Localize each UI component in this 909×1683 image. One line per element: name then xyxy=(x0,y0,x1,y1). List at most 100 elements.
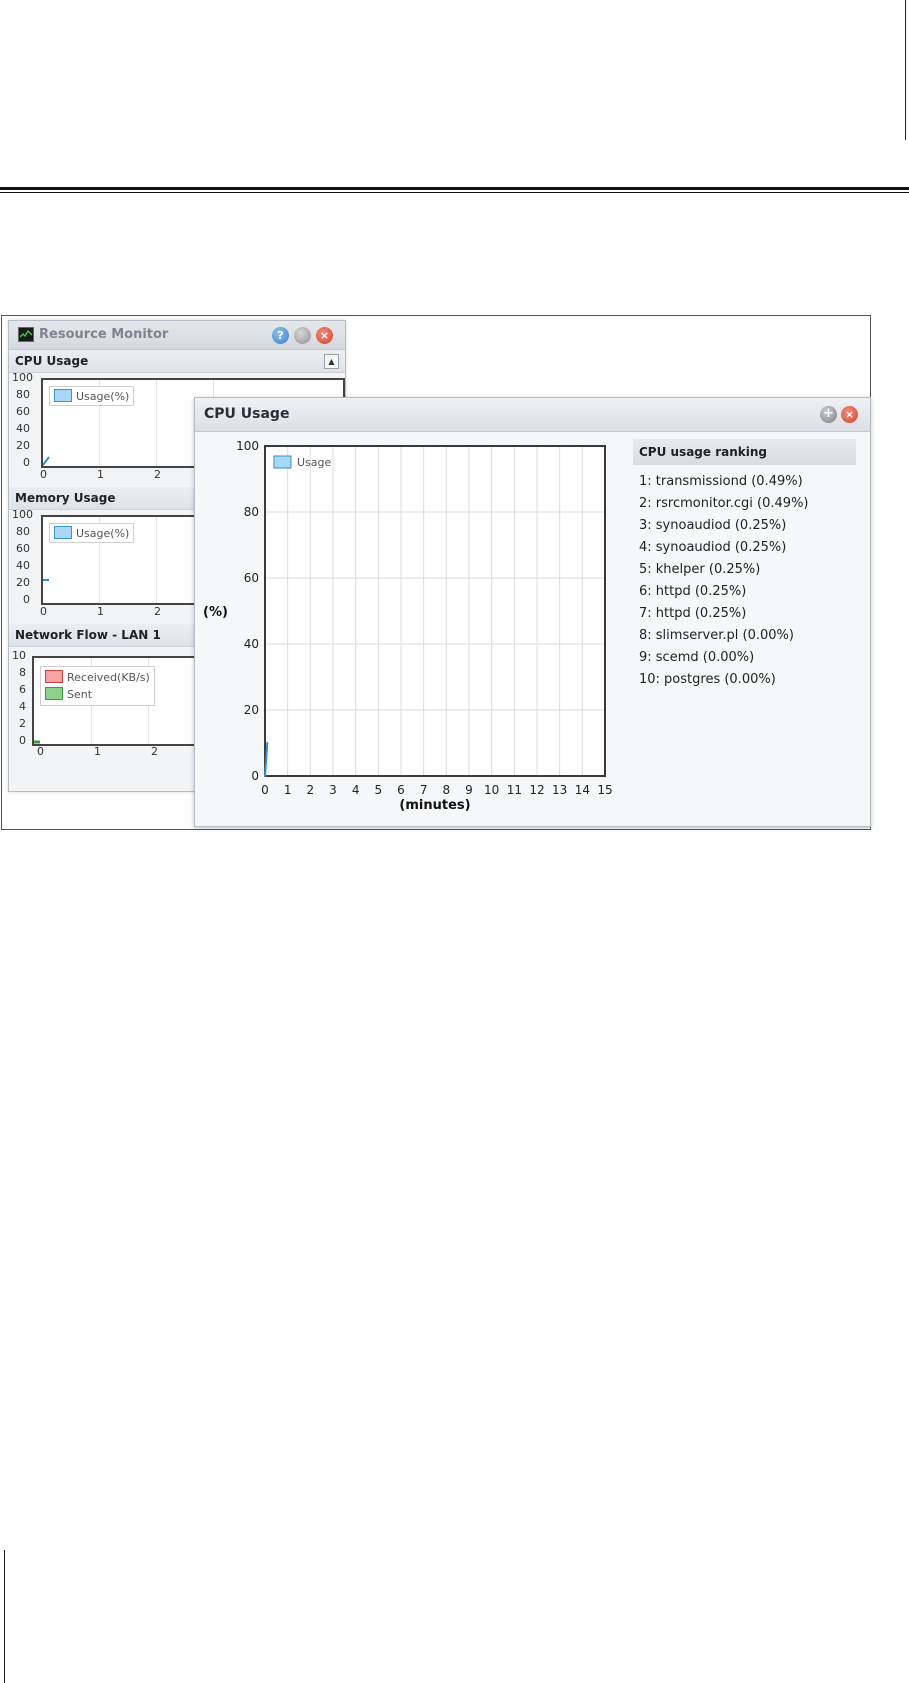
list-item: 1: transmissiond (0.49%) xyxy=(639,474,803,489)
list-item: 7: httpd (0.25%) xyxy=(639,606,747,621)
legend: Received(KB/s) Sent xyxy=(40,666,155,706)
data-point xyxy=(264,775,266,777)
legend-entry-received: Received(KB/s) xyxy=(45,669,150,686)
cpu-usage-chart: 0204060801000 1 2 3 4 5 6 7 8 9 10 11 12 13 14 15(%)(mi… xyxy=(203,439,613,813)
cpu-usage-ranking-panel: CPU usage ranking 1: transmissiond (0.49… xyxy=(633,439,856,687)
y-tick-label: 40 xyxy=(16,559,30,572)
y-tick-label: 60 xyxy=(16,405,30,418)
y-tick-label: 0 xyxy=(23,456,30,469)
y-tick-label: 80 xyxy=(16,388,30,401)
x-tick-label: 15 xyxy=(597,783,612,797)
x-tick-label: 14 xyxy=(575,783,590,797)
y-tick-label: 20 xyxy=(16,439,30,452)
x-tick-label: 13 xyxy=(552,783,567,797)
list-item: 3: synoaudiod (0.25%) xyxy=(639,518,787,533)
x-tick-label: 8 xyxy=(443,783,451,797)
window-title: Resource Monitor xyxy=(39,327,169,342)
x-tick-label: 6 xyxy=(397,783,405,797)
legend-swatch xyxy=(273,455,292,469)
grid-line xyxy=(156,517,157,603)
y-tick-label: 100 xyxy=(12,371,33,384)
x-tick-label: 1 xyxy=(284,783,292,797)
x-tick-label: 10 xyxy=(484,783,499,797)
legend-label: Received(KB/s) xyxy=(67,671,150,684)
y-tick-label: 20 xyxy=(244,703,259,717)
y-tick-label: 60 xyxy=(244,571,259,585)
x-axis-label: (minutes) xyxy=(399,798,470,813)
list-item: 2: rsrcmonitor.cgi (0.49%) xyxy=(639,496,809,511)
close-icon[interactable]: × xyxy=(316,327,333,344)
x-tick-label: 2 xyxy=(154,605,161,618)
page-header-rule xyxy=(0,187,909,190)
section-header-cpu[interactable]: CPU Usage ▲ xyxy=(9,350,345,373)
y-tick-label: 0 xyxy=(23,593,30,606)
x-tick-label: 11 xyxy=(507,783,522,797)
y-axis-label: (%) xyxy=(203,605,228,620)
y-tick-label: 40 xyxy=(16,422,30,435)
section-title-cpu: CPU Usage xyxy=(15,354,89,368)
cpu-usage-titlebar[interactable]: CPU Usage + × xyxy=(195,398,870,432)
x-tick-label: 2 xyxy=(151,745,158,758)
list-item: 4: synoaudiod (0.25%) xyxy=(639,540,787,555)
page-header-rule-thin xyxy=(0,192,909,193)
ranking-header: CPU usage ranking xyxy=(633,439,856,465)
x-tick-label: 12 xyxy=(529,783,544,797)
y-tick-label: 8 xyxy=(19,666,26,679)
resource-monitor-app-icon xyxy=(18,327,34,342)
legend: Usage(%) xyxy=(49,386,135,406)
y-tick-label: 20 xyxy=(16,576,30,589)
x-tick-label: 9 xyxy=(465,783,473,797)
y-tick-label: 6 xyxy=(19,683,26,696)
cpu-usage-window: CPU Usage + × 0 20 40 60 80 100 0 1 2 3 4 5 6 7 8 9 10 11… xyxy=(194,397,871,827)
list-item: 9: scemd (0.00%) xyxy=(639,650,755,665)
legend-entry-sent: Sent xyxy=(45,686,150,703)
list-item: 6: httpd (0.25%) xyxy=(639,584,747,599)
list-item: 10: postgres (0.00%) xyxy=(639,672,776,687)
x-tick-label: 0 xyxy=(37,745,44,758)
x-tick-label: 1 xyxy=(97,468,104,481)
y-tick-label: 10 xyxy=(12,649,26,662)
legend-label: Sent xyxy=(67,688,93,701)
window-title: CPU Usage xyxy=(204,406,290,422)
legend-swatch xyxy=(54,389,72,402)
x-tick-label: 5 xyxy=(375,783,383,797)
y-tick-label: 60 xyxy=(16,542,30,555)
section-title-network: Network Flow - LAN 1 xyxy=(15,628,161,642)
y-tick-label: 0 xyxy=(251,769,259,783)
y-tick-label: 80 xyxy=(244,505,259,519)
page-margin-rule xyxy=(905,0,906,140)
minimize-icon[interactable] xyxy=(294,327,311,344)
data-point xyxy=(266,742,269,744)
list-item: 8: slimserver.pl (0.00%) xyxy=(639,628,794,643)
x-tick-label: 4 xyxy=(352,783,360,797)
legend: Usage(%) xyxy=(49,523,135,543)
legend-swatch xyxy=(45,670,63,683)
x-tick-label: 0 xyxy=(40,605,47,618)
y-tick-label: 0 xyxy=(19,734,26,747)
resource-monitor-titlebar[interactable]: Resource Monitor ? × xyxy=(9,321,345,350)
ranking-title: CPU usage ranking xyxy=(639,445,767,459)
y-tick-label: 40 xyxy=(244,637,259,651)
x-tick-label: 1 xyxy=(97,605,104,618)
x-tick-label: 2 xyxy=(307,783,315,797)
y-tick-label: 100 xyxy=(236,439,259,453)
close-icon[interactable]: × xyxy=(841,406,858,423)
help-icon[interactable]: ? xyxy=(272,327,289,344)
y-tick-label: 100 xyxy=(12,508,33,521)
section-title-memory: Memory Usage xyxy=(15,491,116,505)
x-tick-label: 2 xyxy=(154,468,161,481)
grid-line xyxy=(156,380,157,466)
x-tick-label: 7 xyxy=(420,783,428,797)
collapse-icon[interactable]: ▲ xyxy=(324,354,339,369)
plot-area xyxy=(265,446,605,776)
legend-label: Usage(%) xyxy=(76,527,130,540)
x-tick-label: 0 xyxy=(261,783,269,797)
x-tick-label: 0 xyxy=(40,468,47,481)
legend-label: Usage(%) xyxy=(76,390,130,403)
y-tick-label: 80 xyxy=(16,525,30,538)
add-icon[interactable]: + xyxy=(820,406,837,423)
legend-swatch xyxy=(54,526,72,539)
x-tick-label: 1 xyxy=(94,745,101,758)
legend-label: Usage xyxy=(297,456,332,469)
page-margin-rule-bottom xyxy=(4,1550,5,1683)
